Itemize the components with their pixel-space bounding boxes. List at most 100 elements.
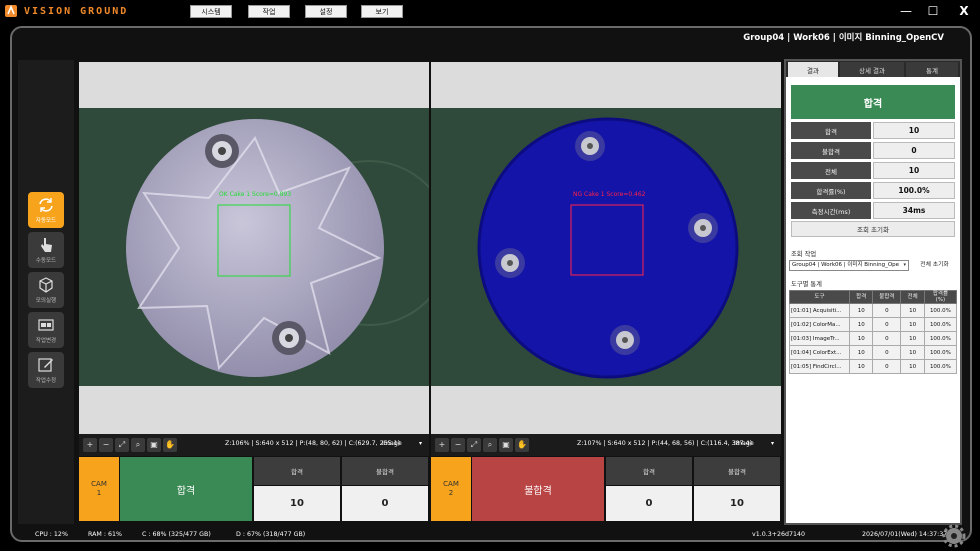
tool-stats-table: 도구 합격 불합격 전체 합격률 (%) [01:01] Acquisiti..… (789, 290, 958, 374)
camera-2-view[interactable]: NG Cake 1 Score=0.462 + − ⤢ ⌕ ▣ ✋ Z:107%… (431, 62, 781, 456)
roi-score-label: OK Cake 1 Score=0.893 (219, 191, 292, 198)
zoom-area-icon[interactable]: ⌕ (483, 438, 497, 452)
camera-1-verdict: 합격 (120, 457, 252, 521)
table-row[interactable]: [01:01] Acquisiti... 10 0 10 100.0% (789, 303, 958, 318)
actual-size-icon[interactable]: ▣ (499, 438, 513, 452)
sidebar-item-label: 수동모드 (35, 258, 57, 264)
col-header: 전체 (900, 290, 925, 304)
cube-icon (39, 277, 53, 293)
menu-settings[interactable]: 설정 (305, 5, 347, 18)
stat-value: 10 (873, 122, 955, 139)
camera-1-result-strip: CAM 1 합격 합격 불합격 10 0 (79, 457, 429, 521)
maximize-button[interactable]: ☐ (923, 2, 943, 20)
zoom-in-icon[interactable]: + (83, 438, 97, 452)
menu-work[interactable]: 작업 (248, 5, 290, 18)
pan-hand-icon[interactable]: ✋ (515, 438, 529, 452)
camera-2-status: Z:107% | S:640 x 512 | P:(44, 68, 56) | … (577, 440, 753, 447)
fail-header: 불합격 (694, 457, 780, 485)
sidebar-item-edit-work[interactable]: 작업수정 (28, 352, 64, 388)
table-cell: 0 (872, 331, 902, 346)
sidebar-item-manual-mode[interactable]: 수동모드 (28, 232, 64, 268)
stat-label: 불합격 (791, 142, 871, 159)
all-reset-button[interactable]: 전체 초기화 (912, 260, 957, 271)
table-row[interactable]: [01:04] ColorExt... 10 0 10 100.0% (789, 345, 958, 360)
ram-usage: RAM : 61% (88, 531, 122, 538)
current-datetime: 2026/07/01(Wed) 14:37:37 (862, 531, 948, 538)
tab-detail-result[interactable]: 상세 결과 (840, 62, 904, 77)
gear-icon[interactable] (942, 524, 966, 548)
zoom-in-icon[interactable]: + (435, 438, 449, 452)
table-cell: [01:03] ImageTr... (789, 331, 850, 346)
minimize-button[interactable]: — (896, 2, 916, 20)
col-header: 합격 (848, 290, 874, 304)
camera-1-toolbar: + − ⤢ ⌕ ▣ ✋ Z:106% | S:640 x 512 | P:(48… (79, 434, 429, 456)
col-header: 합격률 (%) (923, 290, 958, 304)
stat-label: 측정시간(ms) (791, 202, 871, 219)
title-bar: VISION GROUND 시스템 작업 설정 보기 — ☐ X (0, 0, 980, 22)
logo-text: VISION GROUND (24, 5, 129, 17)
roi-score-label: NG Cake 1 Score=0.462 (573, 191, 646, 198)
result-panel: 결과 상세 결과 통계 합격 합격 10 불합격 0 전체 10 합격률(%) … (784, 59, 962, 525)
camera-1-image[interactable]: OK Cake 1 Score=0.893 (79, 108, 429, 386)
camera-1-image-select[interactable]: Image (382, 440, 402, 447)
zoom-out-icon[interactable]: − (451, 438, 465, 452)
camera-2-result-strip: CAM 2 불합격 합격 불합격 0 10 (431, 457, 781, 521)
sidebar-item-change-work[interactable]: 작업변경 (28, 312, 64, 348)
table-row[interactable]: [01:02] ColorMa... 10 0 10 100.0% (789, 317, 958, 332)
camera-2-image-select[interactable]: Image (734, 440, 754, 447)
tab-statistics[interactable]: 통계 (906, 62, 958, 77)
close-button[interactable]: X (954, 2, 974, 20)
logo-icon (5, 4, 17, 17)
stat-value: 34ms (873, 202, 955, 219)
chevron-down-icon[interactable]: ▾ (771, 440, 774, 447)
table-cell: [01:05] FindCircl... (789, 359, 850, 374)
result-tabs: 결과 상세 결과 통계 (786, 61, 960, 77)
zoom-area-icon[interactable]: ⌕ (131, 438, 145, 452)
pass-header: 합격 (606, 457, 692, 485)
fit-icon[interactable]: ⤢ (115, 438, 129, 452)
actual-size-icon[interactable]: ▣ (147, 438, 161, 452)
sidebar-item-label: 모의실행 (35, 298, 57, 304)
table-cell: [01:02] ColorMa... (789, 317, 850, 332)
zoom-out-icon[interactable]: − (99, 438, 113, 452)
menu-view[interactable]: 보기 (361, 5, 403, 18)
status-bar: CPU : 12% RAM : 61% C : 68% (325/477 GB)… (0, 530, 980, 542)
sidebar-item-simulation[interactable]: 모의실행 (28, 272, 64, 308)
fit-icon[interactable]: ⤢ (467, 438, 481, 452)
table-row[interactable]: [01:05] FindCircl... 10 0 10 100.0% (789, 359, 958, 374)
camera-1-canvas (79, 108, 429, 386)
table-cell: 10 (848, 331, 874, 346)
stat-label: 합격 (791, 122, 871, 139)
table-cell: 10 (848, 345, 874, 360)
tab-result[interactable]: 결과 (788, 62, 838, 77)
chevron-down-icon[interactable]: ▾ (419, 440, 422, 447)
chevron-down-icon[interactable]: ▾ (903, 261, 906, 270)
table-row[interactable]: [01:03] ImageTr... 10 0 10 100.0% (789, 331, 958, 346)
query-reset-button[interactable]: 조회 초기화 (791, 221, 955, 237)
disk-c-usage: C : 68% (325/477 GB) (142, 531, 211, 538)
query-work-select[interactable]: Group04 | Work06 | 이미지 Binning_Ope ▾ (789, 260, 909, 271)
pass-count: 0 (606, 486, 692, 521)
table-cell: 10 (848, 359, 874, 374)
sync-icon (39, 198, 53, 212)
camera-2-verdict: 불합격 (472, 457, 604, 521)
table-cell: 10 (900, 345, 925, 360)
camera-2-image[interactable]: NG Cake 1 Score=0.462 (431, 108, 781, 386)
table-cell: 0 (872, 317, 902, 332)
disk-d-usage: D : 67% (318/477 GB) (236, 531, 306, 538)
pass-header: 합격 (254, 457, 340, 485)
camera-badge-text: CAM 1 (91, 480, 107, 497)
pan-hand-icon[interactable]: ✋ (163, 438, 177, 452)
sidebar-item-auto-mode[interactable]: 자동모드 (28, 192, 64, 228)
stat-value: 10 (873, 162, 955, 179)
camera-1-status: Z:106% | S:640 x 512 | P:(48, 80, 62) | … (225, 440, 401, 447)
table-cell: 100.0% (923, 359, 958, 374)
query-work-value: Group04 | Work06 | 이미지 Binning_Ope (792, 262, 900, 268)
menu-system[interactable]: 시스템 (190, 5, 232, 18)
overall-verdict: 합격 (791, 85, 955, 119)
fail-count: 0 (342, 486, 428, 521)
query-work-label: 조회 작업 (791, 251, 817, 258)
camera-1-view[interactable]: OK Cake 1 Score=0.893 + − ⤢ ⌕ ▣ ✋ Z:106%… (79, 62, 429, 456)
table-cell: 0 (872, 303, 902, 318)
table-cell: 10 (900, 359, 925, 374)
